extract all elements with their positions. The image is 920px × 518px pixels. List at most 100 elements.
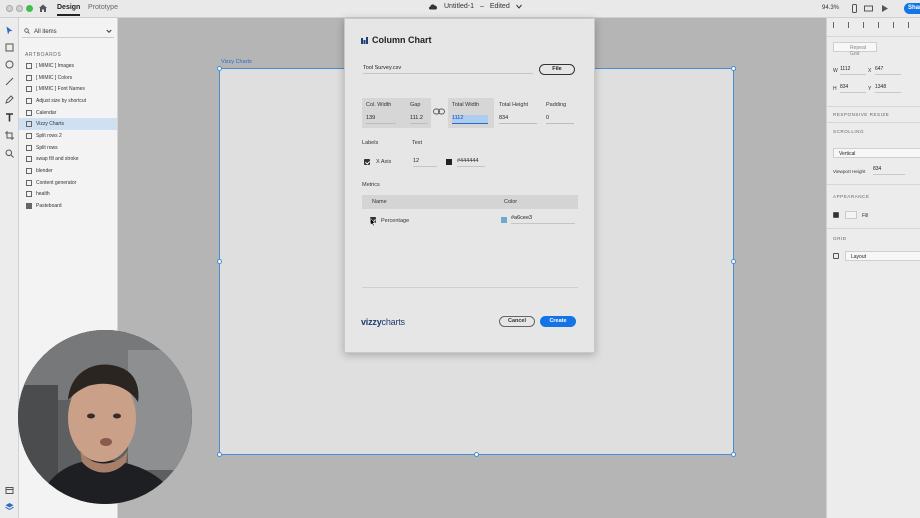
grid-checkbox[interactable] [833,253,839,259]
align-center-icon[interactable] [848,22,854,28]
zoom-level[interactable]: 94.3% [822,5,839,11]
metric-name: Percentage [381,218,410,224]
rectangle-tool-icon[interactable] [5,43,14,52]
cancel-button[interactable]: Cancel [499,316,535,327]
align-right-icon[interactable] [863,22,869,28]
align-tools [833,22,914,28]
viewport-height-label: Viewport Height [833,169,866,174]
tab-design[interactable]: Design [57,4,81,16]
layer-item[interactable]: swap fill and stroke [19,154,117,166]
play-icon[interactable] [880,4,889,13]
layer-item-label: [ MIMIC ] Colors [36,74,73,81]
minimize-window-button[interactable] [16,5,23,12]
layer-item[interactable]: Content generator [19,177,117,189]
layer-item[interactable]: [ MIMIC ] Colors [19,72,117,84]
file-button[interactable]: File [539,64,575,75]
pen-tool-icon[interactable] [5,95,14,104]
home-icon[interactable] [38,3,48,13]
layer-item[interactable]: Calendar [19,107,117,119]
total-height-input[interactable]: 834 [499,115,537,124]
fill-checkbox[interactable] [833,212,839,218]
zoom-tool-icon[interactable] [5,149,14,158]
layers-filter-dropdown[interactable]: All items [22,26,114,38]
close-window-button[interactable] [6,5,13,12]
separator: – [479,3,484,10]
total-height-label: Total Height [499,102,529,108]
layer-item[interactable]: Adjust size by shortcut [19,95,117,107]
artboard-icon [26,86,32,93]
artboard-tool-icon[interactable] [5,131,14,140]
layer-item[interactable]: Split rows 2 [19,130,117,142]
layer-item[interactable]: [ MIMIC ] Font Names [19,83,117,95]
grid-type-select[interactable]: Layout [845,251,920,261]
h-label: H [833,86,837,92]
align-bottom-icon[interactable] [908,22,914,28]
artboard-icon [26,203,32,210]
resize-handle-bottom-right[interactable] [731,452,736,457]
x-input[interactable]: 647 [875,66,901,75]
data-file-field[interactable]: Tool Survey.csv [363,65,533,74]
tool-bar [0,18,19,518]
artboard-icon [26,156,32,163]
layer-item-label: Pasteboard [36,203,62,210]
share-button[interactable]: Share [904,3,920,14]
document-title[interactable]: Untitled-1 – Edited [428,3,522,10]
layer-item[interactable]: health [19,189,117,201]
divider [827,184,920,185]
metric-color-swatch[interactable] [501,217,507,223]
col-width-input[interactable]: 139 [366,115,396,124]
gap-input[interactable]: 111.2 [410,115,428,124]
dialog-title: Column Chart [361,35,432,45]
line-tool-icon[interactable] [5,77,14,86]
resize-handle-left[interactable] [217,259,222,264]
viewport-height-input[interactable]: 834 [873,166,905,175]
text-color-swatch[interactable] [446,159,452,165]
fullscreen-window-button[interactable] [26,5,33,12]
text-tool-icon[interactable] [5,113,14,122]
fill-swatch[interactable] [845,211,857,219]
resize-handle-top-left[interactable] [217,66,222,71]
layer-item[interactable]: Pasteboard [19,200,117,212]
align-left-icon[interactable] [833,22,839,28]
text-size-input[interactable]: 12 [413,158,437,167]
link-icon[interactable] [433,108,445,115]
layer-item-label: [ MIMIC ] Font Names [36,86,85,93]
metric-color-input[interactable]: #a6cee3 [511,215,575,224]
assets-icon[interactable] [5,486,14,495]
resize-handle-right[interactable] [731,259,736,264]
resize-handle-bottom-left[interactable] [217,452,222,457]
align-top-icon[interactable] [878,22,884,28]
mobile-preview-icon[interactable] [850,4,859,13]
devices-icon[interactable] [864,4,873,13]
ellipse-tool-icon[interactable] [5,60,14,69]
webcam-overlay [18,330,192,504]
align-middle-icon[interactable] [893,22,899,28]
text-color-input[interactable]: #444444 [457,158,485,167]
layer-item[interactable]: Split rows [19,142,117,154]
scrolling-select[interactable]: Vertical [833,148,920,158]
total-width-input[interactable]: 1112 [452,115,488,124]
y-input[interactable]: 1348 [875,84,901,93]
divider [827,106,920,107]
search-icon [24,28,30,34]
padding-input[interactable]: 0 [546,115,574,124]
layer-item[interactable]: Vizzy Charts [19,118,117,131]
height-input[interactable]: 834 [840,84,866,93]
resize-handle-bottom[interactable] [474,452,479,457]
resize-handle-top-right[interactable] [731,66,736,71]
layer-item-label: Split rows 2 [36,132,62,139]
bar-chart-icon [361,36,368,44]
artboard-label[interactable]: Vizzy Charts [221,59,252,65]
layers-icon[interactable] [5,502,14,511]
select-tool-icon[interactable] [5,26,14,35]
repeat-grid-button[interactable]: Repeat Grid [833,42,877,57]
metrics-header: Metrics [362,182,380,188]
grid-header: GRID [833,236,847,241]
layer-item[interactable]: [ MIMIC ] Images [19,60,117,72]
artboard-icon [26,74,32,81]
create-button[interactable]: Create [540,316,576,327]
tab-prototype[interactable]: Prototype [88,4,118,11]
layer-item[interactable]: blender [19,165,117,177]
width-input[interactable]: 1112 [840,66,866,75]
x-axis-checkbox[interactable] [364,159,370,165]
